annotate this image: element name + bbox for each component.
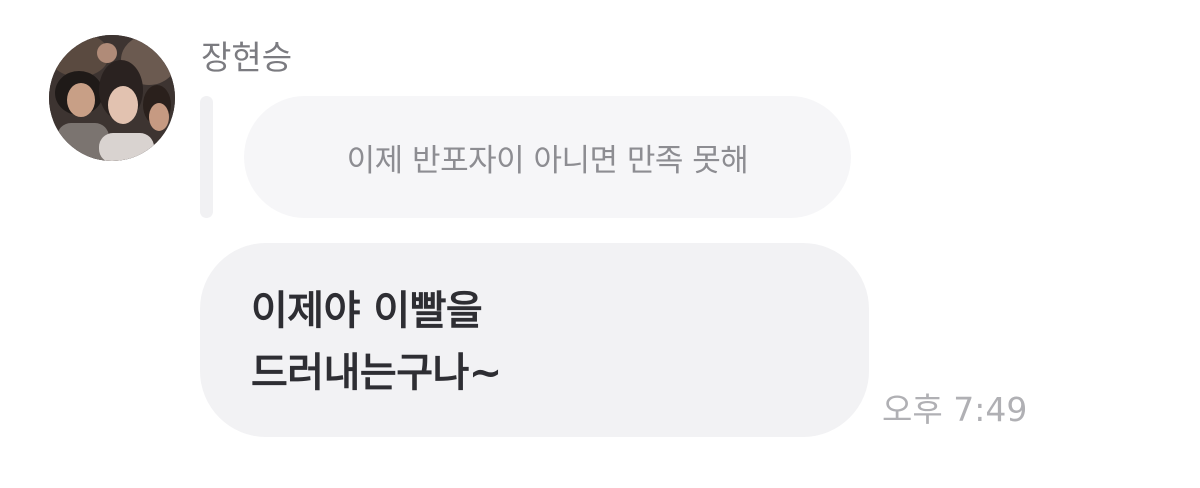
- reply-quote-bubble[interactable]: 이제 반포자이 아니면 만족 못해: [244, 96, 851, 218]
- message-timestamp: 오후 7:49: [882, 390, 1028, 429]
- message-text: 이제야 이빨을 드러내는구나~: [251, 280, 502, 404]
- message-line-1: 이제야 이빨을: [251, 288, 483, 334]
- message-bubble[interactable]: 이제야 이빨을 드러내는구나~: [200, 243, 869, 437]
- sender-name: 장현승: [201, 38, 293, 77]
- avatar-photo: [49, 35, 175, 161]
- reply-quote-text: 이제 반포자이 아니면 만족 못해: [346, 142, 749, 179]
- sender-avatar[interactable]: [49, 35, 175, 161]
- reply-indicator-bar: [200, 96, 213, 218]
- message-line-2: 드러내는구나~: [251, 350, 502, 396]
